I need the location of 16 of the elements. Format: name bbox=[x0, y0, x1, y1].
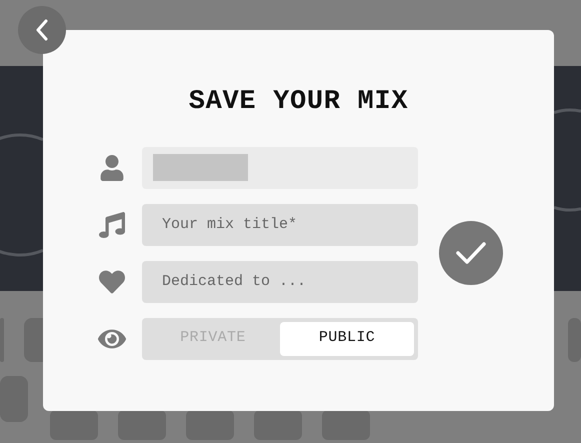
background-tile bbox=[322, 410, 370, 440]
input-field[interactable]: Your mix title* bbox=[142, 204, 418, 246]
input-field[interactable]: Dedicated to ... bbox=[142, 260, 418, 302]
person-icon bbox=[99, 154, 125, 180]
input-field[interactable] bbox=[142, 146, 418, 188]
checkmark-icon bbox=[455, 240, 487, 266]
background-tile bbox=[50, 410, 98, 440]
background-tile bbox=[118, 410, 166, 440]
toggle-option[interactable]: PUBLIC bbox=[280, 322, 414, 356]
background-tile bbox=[254, 410, 302, 440]
heart-icon bbox=[99, 268, 125, 294]
back-icon bbox=[35, 19, 49, 41]
music-note-icon bbox=[99, 212, 125, 238]
background-tile bbox=[186, 410, 234, 440]
back-button[interactable] bbox=[18, 6, 66, 54]
dialog-title: SAVE YOUR MIX bbox=[188, 86, 410, 119]
